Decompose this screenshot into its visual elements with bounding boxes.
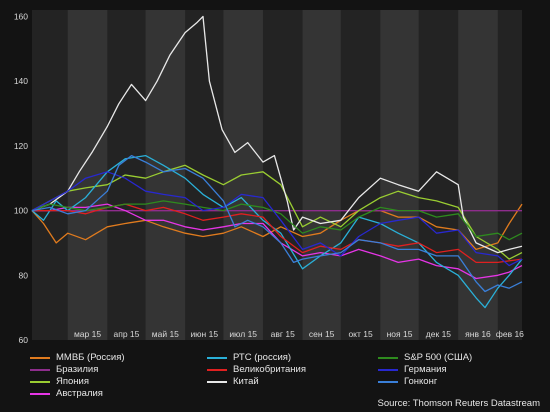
- legend-label: ММВБ (Россия): [56, 352, 125, 363]
- legend-label: Гонконг: [404, 376, 438, 387]
- legend-swatch: [378, 357, 398, 359]
- legend-swatch: [30, 393, 50, 395]
- y-tick-label: 80: [19, 270, 29, 280]
- legend-swatch: [207, 357, 227, 359]
- x-tick-label: янв 16: [465, 329, 491, 339]
- x-tick-label: дек 15: [426, 329, 451, 339]
- legend-label: Австралия: [56, 388, 103, 399]
- month-band: [380, 10, 419, 340]
- legend-label: Германия: [404, 364, 447, 375]
- y-tick-label: 140: [14, 76, 28, 86]
- legend-swatch: [378, 369, 398, 371]
- legend-label: Япония: [56, 376, 89, 387]
- y-tick-label: 120: [14, 141, 28, 151]
- x-tick-label: июн 15: [190, 329, 218, 339]
- y-tick-label: 160: [14, 11, 28, 21]
- legend-label: Китай: [233, 376, 259, 387]
- month-band: [302, 10, 341, 340]
- legend-swatch: [30, 357, 50, 359]
- legend-label: S&P 500 (США): [404, 352, 473, 363]
- legend-swatch: [378, 381, 398, 383]
- legend-label: Великобритания: [233, 364, 306, 375]
- month-band: [67, 10, 108, 340]
- line-chart: 60 80 100 120 140 160 мар 15 апр 15 май 15 июн 1…: [14, 10, 524, 345]
- x-tick-label: авг 15: [271, 329, 295, 339]
- x-tick-label: апр 15: [113, 329, 139, 339]
- y-axis-ticks: 60 80 100 120 140 160: [14, 11, 28, 345]
- legend-label: Бразилия: [56, 364, 99, 375]
- y-tick-label: 60: [19, 335, 29, 345]
- legend-swatch: [207, 381, 227, 383]
- x-tick-label: июл 15: [229, 329, 257, 339]
- x-tick-label: ноя 15: [387, 329, 413, 339]
- x-tick-label: мар 15: [74, 329, 101, 339]
- month-band: [458, 10, 498, 340]
- x-tick-label: май 15: [152, 329, 179, 339]
- source-note: Source: Thomson Reuters Datastream: [377, 398, 540, 409]
- legend-swatch: [207, 369, 227, 371]
- legend-swatch: [30, 381, 50, 383]
- x-tick-label: окт 15: [348, 329, 373, 339]
- y-tick-label: 100: [14, 206, 28, 216]
- legend-swatch: [30, 369, 50, 371]
- x-tick-label: сен 15: [309, 329, 335, 339]
- legend-label: РТС (россия): [233, 352, 292, 363]
- x-tick-label: фев 16: [496, 329, 524, 339]
